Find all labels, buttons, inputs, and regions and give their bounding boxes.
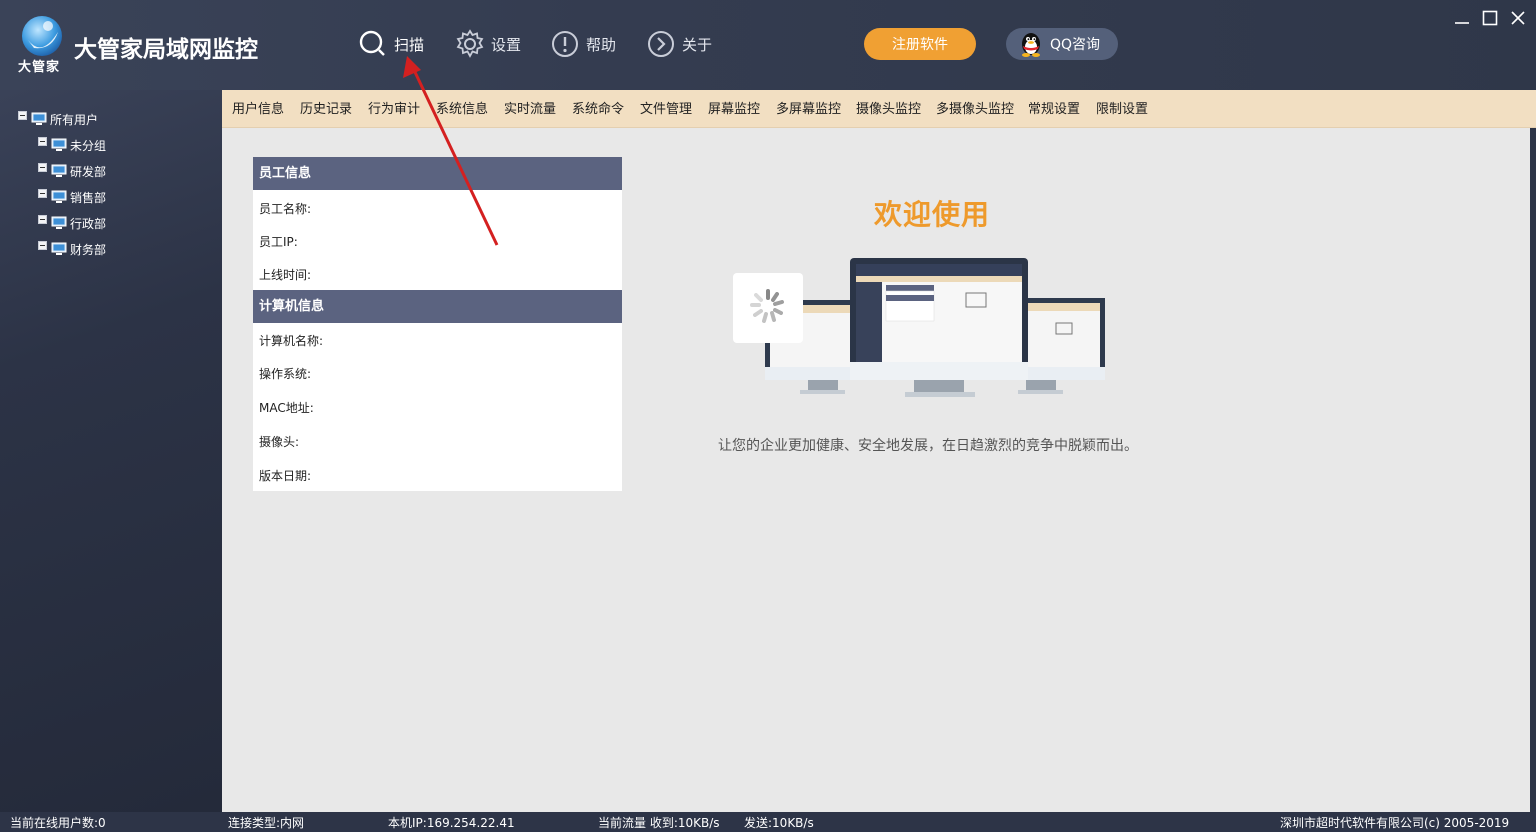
user-tree-panel: 所有用户 未分组 研发部 销售部: [0, 90, 222, 812]
settings-button[interactable]: 设置: [455, 28, 521, 60]
menu-multi-screen-monitor[interactable]: 多屏幕监控: [776, 90, 841, 128]
function-menu-bar: 用户信息 历史记录 行为审计 系统信息 实时流量 系统命令 文件管理 屏幕监控 …: [222, 90, 1536, 128]
computer-name-label: 计算机名称:: [259, 332, 323, 349]
mac-address-label: MAC地址:: [259, 399, 314, 416]
employee-info-header: 员工信息: [253, 157, 622, 190]
logo-text: 大管家: [18, 56, 60, 75]
online-users-count: 当前在线用户数:0: [10, 814, 106, 831]
tree-node-group[interactable]: 财务部: [38, 240, 106, 258]
qq-penguin-icon: [1016, 30, 1046, 58]
app-title: 大管家局域网监控: [74, 30, 258, 64]
local-ip: 本机IP:169.254.22.41: [388, 814, 515, 831]
menu-system-command[interactable]: 系统命令: [572, 90, 624, 128]
collapse-toggle[interactable]: [38, 189, 47, 198]
os-label: 操作系统:: [259, 365, 311, 382]
gear-icon: [455, 29, 485, 59]
collapse-toggle[interactable]: [38, 215, 47, 224]
about-button[interactable]: 关于: [646, 28, 712, 60]
help-label: 帮助: [586, 34, 616, 55]
maximize-icon[interactable]: [1480, 8, 1500, 28]
settings-label: 设置: [491, 34, 521, 55]
info-panel: 员工信息 员工名称: 员工IP: 上线时间: 计算机信息 计算机名称: 操作系统…: [253, 157, 622, 491]
monitor-center-icon: [850, 258, 1028, 397]
camera-label: 摄像头:: [259, 433, 299, 450]
loading-spinner-icon: [733, 273, 803, 343]
tree-node-all-users[interactable]: 所有用户: [18, 110, 98, 128]
menu-realtime-traffic[interactable]: 实时流量: [504, 90, 556, 128]
traffic-sent: 发送:10KB/s: [744, 814, 814, 831]
minimize-icon[interactable]: [1452, 8, 1472, 28]
online-time-label: 上线时间:: [259, 266, 311, 283]
about-label: 关于: [682, 34, 712, 55]
help-button[interactable]: 帮助: [550, 28, 616, 60]
computer-icon: [51, 216, 67, 230]
employee-ip-label: 员工IP:: [259, 233, 298, 250]
qq-consult-button[interactable]: QQ咨询: [1006, 28, 1118, 60]
menu-screen-monitor[interactable]: 屏幕监控: [708, 90, 760, 128]
collapse-toggle[interactable]: [38, 163, 47, 172]
menu-user-info[interactable]: 用户信息: [232, 90, 284, 128]
tree-label: 销售部: [70, 189, 106, 206]
collapse-toggle[interactable]: [38, 137, 47, 146]
close-icon[interactable]: [1508, 8, 1528, 28]
computer-icon: [51, 138, 67, 152]
computer-icon: [51, 164, 67, 178]
status-bar: 当前在线用户数:0 连接类型:内网 本机IP:169.254.22.41 当前流…: [0, 812, 1536, 832]
computer-icon: [51, 242, 67, 256]
menu-restriction-settings[interactable]: 限制设置: [1096, 90, 1148, 128]
tree-node-group[interactable]: 行政部: [38, 214, 106, 232]
welcome-illustration: [730, 255, 1110, 407]
tree-node-group[interactable]: 未分组: [38, 136, 106, 154]
tree-node-group[interactable]: 销售部: [38, 188, 106, 206]
collapse-toggle[interactable]: [18, 111, 27, 120]
menu-file-management[interactable]: 文件管理: [640, 90, 692, 128]
computer-icon: [31, 112, 47, 126]
scan-button[interactable]: 扫描: [358, 28, 424, 60]
computer-icon: [51, 190, 67, 204]
menu-general-settings[interactable]: 常规设置: [1028, 90, 1080, 128]
connection-type: 连接类型:内网: [228, 814, 304, 831]
tree-node-group[interactable]: 研发部: [38, 162, 106, 180]
menu-history[interactable]: 历史记录: [300, 90, 352, 128]
welcome-title: 欢迎使用: [874, 193, 990, 233]
tree-label: 研发部: [70, 163, 106, 180]
menu-camera-monitor[interactable]: 摄像头监控: [856, 90, 921, 128]
welcome-slogan: 让您的企业更加健康、安全地发展，在日趋激烈的竞争中脱颖而出。: [718, 435, 1138, 455]
menu-system-info[interactable]: 系统信息: [436, 90, 488, 128]
register-software-button[interactable]: 注册软件: [864, 28, 976, 60]
search-icon: [358, 29, 388, 59]
monitor-right-icon: [1018, 298, 1105, 394]
right-border: [1530, 128, 1536, 812]
exclamation-icon: [550, 29, 580, 59]
tree-label: 行政部: [70, 215, 106, 232]
computer-info-header: 计算机信息: [253, 290, 622, 323]
traffic-received: 当前流量 收到:10KB/s: [598, 814, 720, 831]
scan-label: 扫描: [394, 34, 424, 55]
chevron-right-circle-icon: [646, 29, 676, 59]
menu-behavior-audit[interactable]: 行为审计: [368, 90, 420, 128]
qq-label: QQ咨询: [1050, 34, 1100, 54]
tree-label: 未分组: [70, 137, 106, 154]
copyright-text: 深圳市超时代软件有限公司(c) 2005-2019: [1280, 814, 1509, 831]
menu-multi-camera-monitor[interactable]: 多摄像头监控: [936, 90, 1014, 128]
tree-label: 所有用户: [50, 111, 98, 128]
tree-label: 财务部: [70, 241, 106, 258]
collapse-toggle[interactable]: [38, 241, 47, 250]
version-date-label: 版本日期:: [259, 467, 311, 484]
employee-name-label: 员工名称:: [259, 200, 311, 217]
title-bar: 大管家 大管家局域网监控 扫描 设置 帮助 关于 注册软件: [0, 0, 1536, 90]
